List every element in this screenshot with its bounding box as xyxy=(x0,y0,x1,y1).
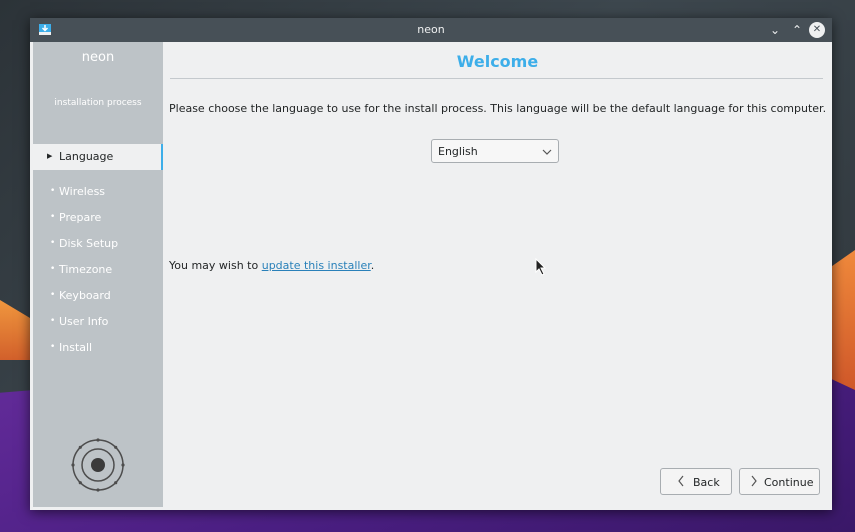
close-icon: ✕ xyxy=(812,24,822,35)
mouse-cursor-icon xyxy=(535,258,547,276)
bullet-icon: • xyxy=(50,290,56,300)
bullet-icon: • xyxy=(50,342,56,352)
sidebar-item-timezone: • Timezone xyxy=(33,257,163,283)
language-prompt: Please choose the language to use for th… xyxy=(169,102,827,115)
continue-button-label: Continue xyxy=(764,476,814,489)
sidebar-item-wireless: • Wireless xyxy=(33,179,163,205)
neon-logo-icon xyxy=(71,438,125,492)
sidebar-item-disk-setup: • Disk Setup xyxy=(33,231,163,257)
sidebar-item-label: User Info xyxy=(59,315,109,328)
main-content: Welcome Please choose the language to us… xyxy=(163,42,832,510)
chevron-left-icon xyxy=(677,475,685,490)
update-installer-link[interactable]: update this installer xyxy=(262,259,371,272)
continue-button[interactable]: Continue xyxy=(739,468,820,495)
bullet-icon: • xyxy=(50,186,56,196)
chevron-down-icon xyxy=(542,149,552,155)
chevron-up-icon: ⌃ xyxy=(791,23,803,37)
close-button[interactable]: ✕ xyxy=(809,22,825,38)
sidebar: neon installation process ▶ Language • W… xyxy=(33,42,163,507)
bullet-icon: • xyxy=(50,316,56,326)
language-select-value: English xyxy=(438,145,478,158)
back-button[interactable]: Back xyxy=(660,468,732,495)
bullet-icon: • xyxy=(50,212,56,222)
sidebar-item-label: Language xyxy=(59,150,114,163)
installer-window: neon ⌄ ⌃ ✕ neon installation process ▶ L… xyxy=(30,18,832,510)
chevron-down-icon: ⌄ xyxy=(769,23,781,37)
sidebar-item-label: Keyboard xyxy=(59,289,111,302)
language-select[interactable]: English xyxy=(431,139,559,163)
sidebar-item-install: • Install xyxy=(33,335,163,361)
sidebar-item-label: Install xyxy=(59,341,93,354)
update-suffix: . xyxy=(370,259,375,272)
active-step-marker-icon: ▶ xyxy=(47,152,53,160)
maximize-button[interactable]: ⌃ xyxy=(788,21,806,39)
chevron-right-icon xyxy=(750,475,758,490)
sidebar-subtitle: installation process xyxy=(54,98,142,108)
window-title: neon xyxy=(417,23,445,36)
back-button-label: Back xyxy=(693,476,720,489)
window-titlebar[interactable]: neon ⌄ ⌃ ✕ xyxy=(30,18,832,42)
sidebar-item-label: Wireless xyxy=(59,185,106,198)
sidebar-item-label: Prepare xyxy=(59,211,102,224)
update-installer-line: You may wish to update this installer. xyxy=(169,259,374,272)
minimize-button[interactable]: ⌄ xyxy=(766,21,784,39)
sidebar-brand: neon xyxy=(81,50,115,65)
sidebar-item-label: Timezone xyxy=(59,263,113,276)
sidebar-item-language: ▶ Language xyxy=(33,144,163,170)
update-prefix: You may wish to xyxy=(169,259,262,272)
sidebar-item-keyboard: • Keyboard xyxy=(33,283,163,309)
title-divider xyxy=(170,78,823,79)
bullet-icon: • xyxy=(50,264,56,274)
sidebar-item-label: Disk Setup xyxy=(59,237,119,250)
page-title: Welcome xyxy=(456,52,539,71)
sidebar-item-user-info: • User Info xyxy=(33,309,163,335)
sidebar-item-prepare: • Prepare xyxy=(33,205,163,231)
bullet-icon: • xyxy=(50,238,56,248)
